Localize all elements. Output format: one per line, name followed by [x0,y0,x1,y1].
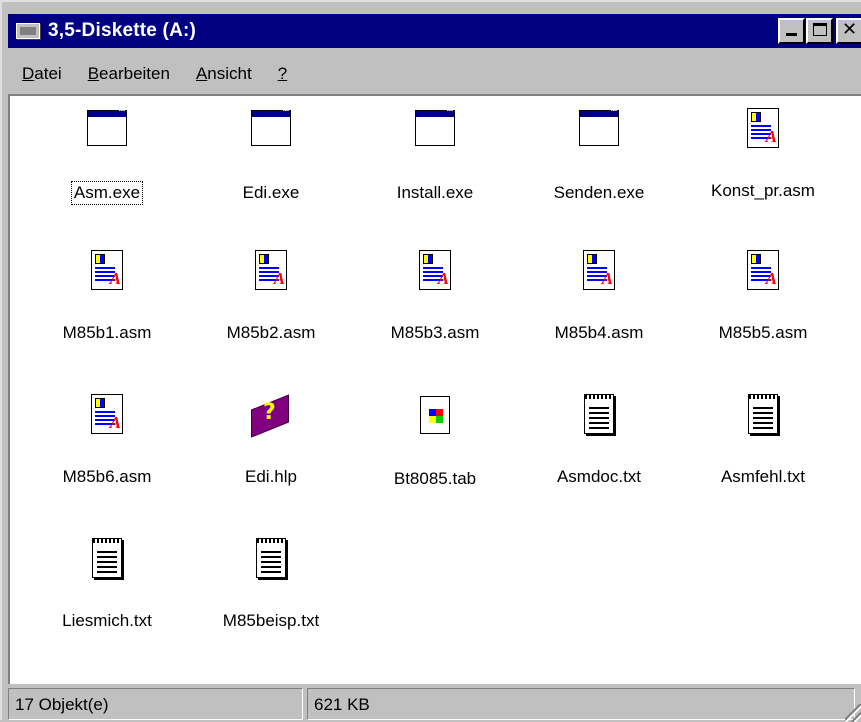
maximize-icon [812,23,827,36]
file-item[interactable]: Asm.exe [32,106,182,205]
menu-bearbeiten-accelerator: B [87,64,100,83]
text-file-icon [83,538,131,586]
status-object-count: 17 Objekt(e) [8,688,303,720]
file-name: Liesmich.txt [62,611,152,630]
file-name: M85b1.asm [62,323,152,342]
file-item[interactable]: A M85b5.asm [688,248,838,344]
text-file-icon [575,394,623,442]
window-controls: ✕ [778,18,861,44]
file-name: Asmfehl.txt [720,467,806,486]
menu-bar: Datei Bearbeiten Ansicht ? [8,58,861,90]
floppy-drive-icon[interactable] [16,23,40,39]
file-name: Bt8085.tab [393,469,477,488]
file-name: Asmdoc.txt [556,467,642,486]
help-book-icon: ? [247,394,295,442]
file-name: Install.exe [396,183,474,202]
file-name: Konst_pr.asm [711,181,815,200]
text-file-icon [247,538,295,586]
menu-help[interactable]: ? [264,64,299,84]
file-item[interactable]: Liesmich.txt [32,536,182,632]
window-title: 3,5-Diskette (A:) [48,20,197,41]
file-name: M85b4.asm [554,323,644,342]
exe-icon [247,108,295,158]
file-item[interactable]: Install.exe [360,106,510,204]
file-item[interactable]: Asmfehl.txt [688,392,838,488]
minimize-icon [786,33,797,36]
file-item[interactable]: A M85b6.asm [32,392,182,488]
file-item[interactable]: M85beisp.txt [196,536,346,632]
minimize-button[interactable] [778,18,805,44]
file-item[interactable]: ? Edi.hlp [196,392,346,488]
menu-ansicht[interactable]: Ansicht [182,64,264,84]
file-name: M85b3.asm [390,323,480,342]
asm-file-icon: A [575,250,623,298]
resize-grip[interactable] [845,704,861,722]
close-button[interactable]: ✕ [836,18,861,44]
file-item[interactable]: A M85b2.asm [196,248,346,344]
asm-file-icon: A [739,108,787,156]
asm-file-icon: A [247,250,295,298]
file-view[interactable]: Asm.exe Edi.exe Install.exe Senden.exe A Kons… [8,94,861,684]
menu-bearbeiten-label: earbeiten [99,64,170,83]
file-item[interactable]: Senden.exe [524,106,674,204]
file-name: M85beisp.txt [222,611,320,630]
file-item[interactable]: Asmdoc.txt [524,392,674,488]
close-icon: ✕ [841,19,858,40]
maximize-button[interactable] [806,18,833,44]
menu-ansicht-label: nsicht [207,64,252,83]
asm-file-icon: A [739,250,787,298]
asm-file-icon: A [411,250,459,298]
exe-icon [575,108,623,158]
status-size: 621 KB [307,688,855,720]
explorer-window: 3,5-Diskette (A:) ✕ Datei Bearbeiten Ans… [0,0,861,722]
asm-file-icon: A [83,394,131,442]
file-item[interactable]: Edi.exe [196,106,346,204]
menu-datei[interactable]: Datei [8,64,74,84]
file-name: Edi.exe [242,183,300,202]
title-bar[interactable]: 3,5-Diskette (A:) ✕ [8,14,861,48]
file-item[interactable]: A M85b3.asm [360,248,510,344]
menu-datei-accelerator: D [22,64,35,83]
status-bar: 17 Objekt(e) 621 KB [8,686,861,722]
file-name: Edi.hlp [245,467,297,486]
file-name: Senden.exe [553,183,645,202]
file-name: M85b2.asm [226,323,316,342]
file-item[interactable]: Bt8085.tab [360,392,510,490]
file-item[interactable]: A M85b4.asm [524,248,674,344]
text-file-icon [739,394,787,442]
file-name: M85b5.asm [718,323,808,342]
menu-bearbeiten[interactable]: Bearbeiten [74,64,182,84]
file-item[interactable]: A Konst_pr.asm [688,106,838,202]
tab-file-icon [411,396,459,444]
file-item[interactable]: A M85b1.asm [32,248,182,344]
file-name: Asm.exe [70,181,144,205]
menu-help-accelerator: ? [277,64,288,83]
menu-datei-label: atei [34,64,62,83]
exe-icon [411,108,459,158]
menu-ansicht-accelerator: A [195,64,208,83]
asm-file-icon: A [83,250,131,298]
exe-icon [83,108,131,158]
file-name: M85b6.asm [62,467,152,486]
